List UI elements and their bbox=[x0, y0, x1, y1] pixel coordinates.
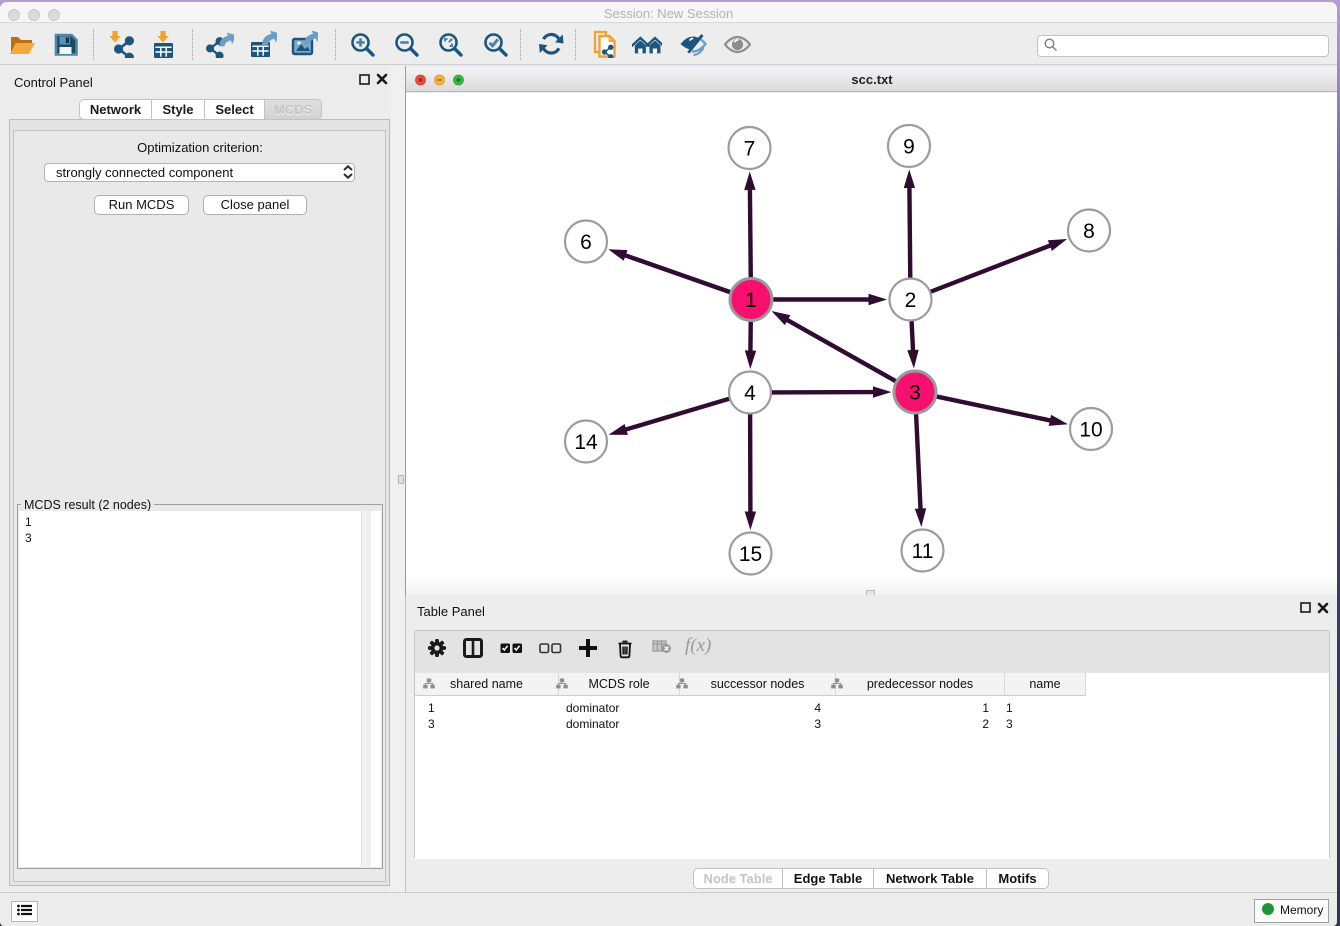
svg-text:8: 8 bbox=[1083, 220, 1095, 243]
svg-text:6: 6 bbox=[580, 231, 592, 254]
svg-text:f(x): f(x) bbox=[685, 636, 711, 656]
svg-text:7: 7 bbox=[744, 138, 756, 161]
svg-text:2: 2 bbox=[905, 289, 917, 312]
svg-text:9: 9 bbox=[903, 136, 915, 159]
svg-text:4: 4 bbox=[744, 382, 756, 405]
svg-text:14: 14 bbox=[574, 431, 598, 454]
svg-text:3: 3 bbox=[909, 382, 921, 405]
svg-text:10: 10 bbox=[1079, 419, 1102, 442]
svg-text:11: 11 bbox=[912, 540, 934, 563]
svg-text:1: 1 bbox=[745, 289, 757, 312]
svg-text:15: 15 bbox=[739, 543, 762, 566]
